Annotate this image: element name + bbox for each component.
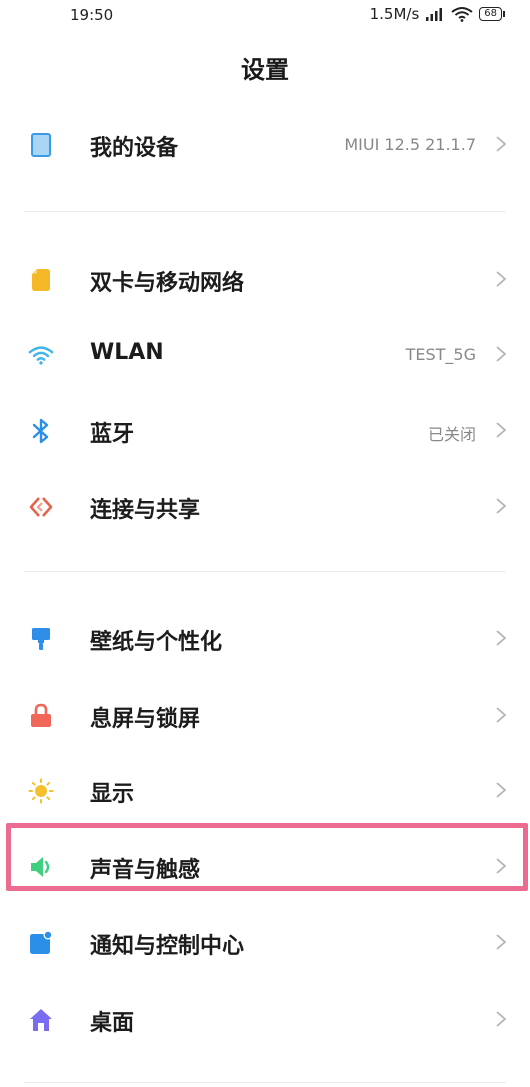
section-divider	[24, 571, 506, 572]
settings-item-lock-screen[interactable]: 息屏与锁屏	[0, 681, 530, 749]
settings-item-sim-mobile-network[interactable]: 双卡与移动网络	[0, 245, 530, 313]
status-bar: 19:50 1.5M/s 68	[0, 0, 530, 34]
chevron-right-icon	[496, 422, 507, 438]
settings-item-wlan[interactable]: WLAN TEST_5G	[0, 320, 530, 388]
item-value: TEST_5G	[405, 345, 476, 364]
section-divider	[24, 211, 506, 212]
chevron-right-icon	[496, 346, 507, 362]
chevron-right-icon	[496, 498, 507, 514]
chevron-right-icon	[496, 136, 507, 152]
status-indicators: 1.5M/s 68	[369, 5, 505, 23]
settings-item-bluetooth[interactable]: 蓝牙 已关闭	[0, 396, 530, 464]
item-label: 双卡与移动网络	[90, 271, 245, 296]
chevron-right-icon	[496, 782, 507, 798]
signal-icon	[426, 8, 443, 21]
item-label: 通知与控制中心	[90, 934, 245, 959]
settings-item-connection-sharing[interactable]: 连接与共享	[0, 472, 530, 540]
settings-item-wallpaper[interactable]: 壁纸与个性化	[0, 604, 530, 672]
notification-icon	[28, 930, 54, 956]
chevron-right-icon	[496, 1011, 507, 1027]
sim-card-icon	[28, 267, 54, 293]
item-label: WLAN	[90, 340, 164, 365]
highlight-box	[6, 823, 528, 891]
item-label: 显示	[90, 782, 135, 807]
item-label: 壁纸与个性化	[90, 630, 223, 655]
wifi-icon	[28, 342, 54, 368]
battery-indicator: 68	[479, 7, 505, 21]
sun-icon	[28, 778, 54, 804]
settings-item-my-device[interactable]: 我的设备 MIUI 12.5 21.1.7	[0, 110, 530, 178]
chevron-right-icon	[496, 271, 507, 287]
status-time: 19:50	[70, 6, 114, 24]
network-speed: 1.5M/s	[369, 5, 420, 23]
page-title: 设置	[241, 56, 289, 84]
item-label: 息屏与锁屏	[90, 707, 201, 732]
item-label: 桌面	[90, 1011, 135, 1036]
home-icon	[28, 1007, 54, 1033]
item-label: 我的设备	[90, 136, 179, 161]
chevron-right-icon	[496, 707, 507, 723]
item-value: 已关闭	[427, 425, 476, 444]
chevron-right-icon	[496, 630, 507, 646]
settings-item-display[interactable]: 显示	[0, 756, 530, 824]
settings-item-notifications[interactable]: 通知与控制中心	[0, 908, 530, 976]
item-value: MIUI 12.5 21.1.7	[344, 135, 476, 154]
item-label: 连接与共享	[90, 498, 201, 523]
wifi-status-icon	[451, 7, 473, 22]
settings-item-home-screen[interactable]: 桌面	[0, 985, 530, 1053]
tablet-icon	[28, 132, 54, 158]
chevron-right-icon	[496, 934, 507, 950]
lock-icon	[28, 703, 54, 729]
share-icon	[28, 494, 54, 520]
item-label: 蓝牙	[90, 422, 135, 447]
section-divider	[24, 1082, 506, 1083]
bluetooth-icon	[28, 418, 54, 444]
paintbrush-icon	[28, 626, 54, 652]
